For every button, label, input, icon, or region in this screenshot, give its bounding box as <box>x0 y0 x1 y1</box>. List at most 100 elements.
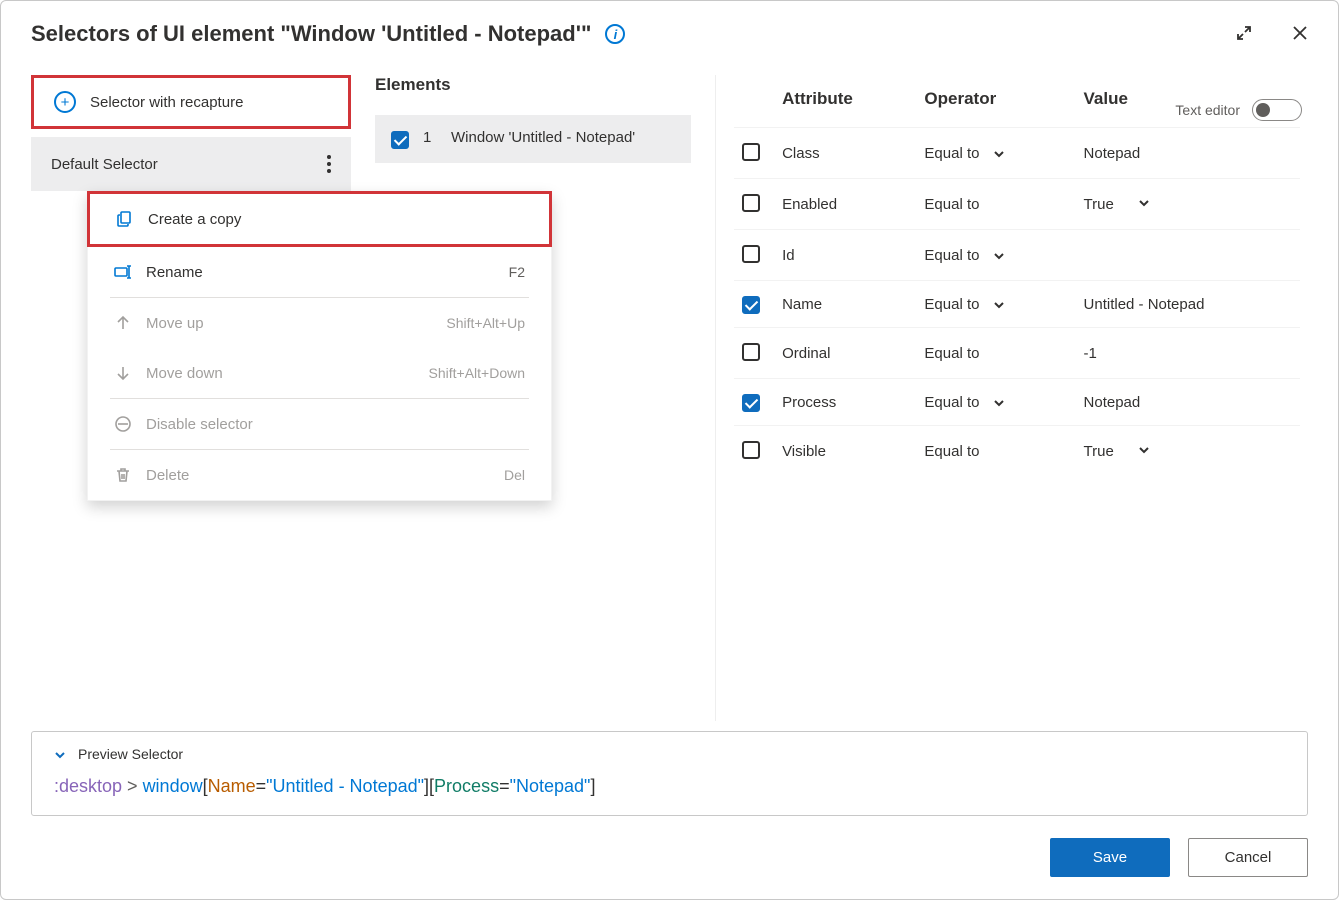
menu-copy-label: Create a copy <box>148 211 241 228</box>
menu-move-down: Move down Shift+Alt+Down <box>88 348 551 398</box>
chevron-down-icon <box>54 748 66 760</box>
preview-label: Preview Selector <box>78 746 183 762</box>
menu-disable-label: Disable selector <box>146 416 253 433</box>
dialog-footer: Save Cancel <box>31 838 1308 877</box>
code-token: "Notepad" <box>510 776 591 796</box>
element-index: 1 <box>423 129 437 146</box>
menu-rename-label: Rename <box>146 264 203 281</box>
save-button[interactable]: Save <box>1050 838 1170 877</box>
attr-checkbox[interactable] <box>742 343 760 361</box>
rename-shortcut: F2 <box>509 264 525 280</box>
operator-cell[interactable]: Equal to <box>924 394 1067 411</box>
col-attribute: Attribute <box>774 75 916 128</box>
attr-name: Class <box>774 128 916 179</box>
info-icon[interactable]: i <box>605 24 625 44</box>
copy-icon <box>116 210 134 228</box>
text-editor-toggle[interactable] <box>1252 99 1302 121</box>
plus-circle-icon: + <box>54 91 76 113</box>
value-cell[interactable]: True <box>1076 179 1300 230</box>
attr-checkbox[interactable] <box>742 194 760 212</box>
menu-delete: Delete Del <box>88 450 551 500</box>
left-column: + Selector with recapture Default Select… <box>31 75 351 721</box>
attr-name: Enabled <box>774 179 916 230</box>
arrow-down-icon <box>114 364 132 382</box>
attribute-row: Enabled Equal to True <box>734 179 1300 230</box>
code-token: = <box>256 776 267 796</box>
attr-checkbox[interactable] <box>742 296 760 314</box>
attribute-row: Ordinal Equal to -1 <box>734 328 1300 379</box>
dialog-header: Selectors of UI element "Window 'Untitle… <box>31 21 1308 47</box>
selector-with-recapture-button[interactable]: + Selector with recapture <box>31 75 351 129</box>
element-name: Window 'Untitled - Notepad' <box>451 129 635 146</box>
value-cell[interactable]: -1 <box>1076 328 1300 379</box>
chevron-down-icon[interactable] <box>1138 443 1150 460</box>
more-vertical-icon[interactable] <box>327 155 331 173</box>
code-token: :desktop <box>54 776 122 796</box>
chevron-down-icon[interactable] <box>993 298 1005 310</box>
operator-cell[interactable]: Equal to <box>924 247 1067 264</box>
text-editor-toggle-row: Text editor <box>1175 99 1302 121</box>
operator-cell[interactable]: Equal to <box>924 196 1067 213</box>
element-row[interactable]: 1 Window 'Untitled - Notepad' <box>375 115 691 163</box>
menu-create-copy[interactable]: Create a copy <box>87 191 552 247</box>
trash-icon <box>114 466 132 484</box>
rename-icon <box>114 263 132 281</box>
code-token: Process <box>434 776 499 796</box>
selector-context-menu: Create a copy Rename F2 <box>87 191 552 501</box>
operator-cell[interactable]: Equal to <box>924 345 1067 362</box>
menu-rename[interactable]: Rename F2 <box>88 247 551 297</box>
chevron-down-icon[interactable] <box>993 249 1005 261</box>
attribute-row: Visible Equal to True <box>734 426 1300 477</box>
chevron-down-icon[interactable] <box>1138 196 1150 213</box>
attr-name: Ordinal <box>774 328 916 379</box>
expand-icon[interactable] <box>1236 25 1252 44</box>
operator-cell[interactable]: Equal to <box>924 296 1067 313</box>
menu-disable-selector: Disable selector <box>88 399 551 449</box>
preview-selector-panel: Preview Selector :desktop > window[Name=… <box>31 731 1308 816</box>
attr-checkbox[interactable] <box>742 441 760 459</box>
default-selector-item[interactable]: Default Selector <box>31 137 351 191</box>
code-token: = <box>499 776 510 796</box>
menu-movedown-label: Move down <box>146 365 223 382</box>
selector-builder-dialog: Selectors of UI element "Window 'Untitle… <box>0 0 1339 900</box>
elements-heading: Elements <box>375 75 691 95</box>
text-editor-label: Text editor <box>1175 102 1240 118</box>
right-column: Attribute Operator Value ClassEqual toNo… <box>715 75 1308 721</box>
value-cell[interactable] <box>1076 230 1300 281</box>
value-cell[interactable]: Untitled - Notepad <box>1076 281 1300 328</box>
value-cell[interactable]: Notepad <box>1076 379 1300 426</box>
attr-name: Process <box>774 379 916 426</box>
attr-checkbox[interactable] <box>742 143 760 161</box>
attr-checkbox[interactable] <box>742 394 760 412</box>
arrow-up-icon <box>114 314 132 332</box>
code-token: window <box>143 776 203 796</box>
code-token: Name <box>208 776 256 796</box>
attr-name: Visible <box>774 426 916 477</box>
element-checkbox[interactable] <box>391 131 409 149</box>
movedown-shortcut: Shift+Alt+Down <box>429 365 526 381</box>
preview-toggle[interactable]: Preview Selector <box>54 746 1285 762</box>
menu-delete-label: Delete <box>146 467 189 484</box>
value-cell[interactable]: True <box>1076 426 1300 477</box>
chevron-down-icon[interactable] <box>993 396 1005 408</box>
recapture-label: Selector with recapture <box>90 94 243 111</box>
chevron-down-icon[interactable] <box>993 147 1005 159</box>
cancel-button[interactable]: Cancel <box>1188 838 1308 877</box>
disable-icon <box>114 415 132 433</box>
menu-moveup-label: Move up <box>146 315 204 332</box>
attr-checkbox[interactable] <box>742 245 760 263</box>
code-token: "Untitled - Notepad" <box>266 776 424 796</box>
col-operator: Operator <box>916 75 1075 128</box>
delete-shortcut: Del <box>504 467 525 483</box>
close-icon[interactable] <box>1292 25 1308 44</box>
operator-cell[interactable]: Equal to <box>924 145 1067 162</box>
elements-list: 1 Window 'Untitled - Notepad' <box>375 115 691 163</box>
value-cell[interactable]: Notepad <box>1076 128 1300 179</box>
dialog-title: Selectors of UI element "Window 'Untitle… <box>31 21 591 47</box>
attr-name: Name <box>774 281 916 328</box>
attribute-row: IdEqual to <box>734 230 1300 281</box>
operator-cell[interactable]: Equal to <box>924 443 1067 460</box>
attribute-row: Name Equal to Untitled - Notepad <box>734 281 1300 328</box>
header-actions <box>1236 25 1308 44</box>
attribute-row: Process Equal to Notepad <box>734 379 1300 426</box>
